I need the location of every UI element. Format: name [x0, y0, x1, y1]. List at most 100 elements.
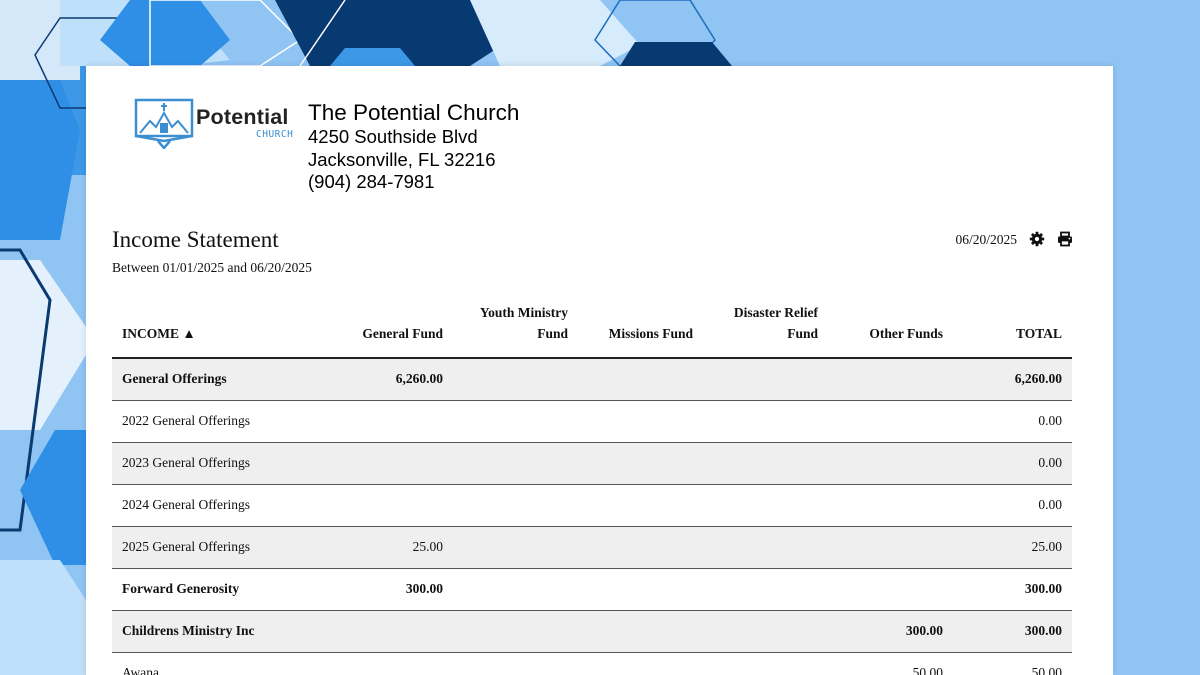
amount-cell: [828, 568, 953, 611]
account-name-cell: General Offerings: [112, 358, 317, 401]
amount-cell: 6,260.00: [953, 358, 1072, 401]
table-row[interactable]: Childrens Ministry Inc 300.00 300.00: [112, 610, 1072, 653]
amount-cell: [453, 358, 578, 401]
amount-cell: 50.00: [953, 652, 1072, 675]
amount-cell: 50.00: [828, 652, 953, 675]
table-row[interactable]: Awana 50.00 50.00: [112, 652, 1072, 675]
column-header-missions-fund[interactable]: Missions Fund: [578, 302, 703, 359]
amount-cell: [578, 568, 703, 611]
amount-cell: 300.00: [953, 610, 1072, 653]
amount-cell: [703, 652, 828, 675]
amount-cell: [703, 484, 828, 527]
amount-cell: [317, 652, 453, 675]
column-header-line2: Fund: [787, 326, 818, 341]
amount-cell: [453, 484, 578, 527]
column-header-line2: Missions Fund: [608, 326, 693, 341]
amount-cell: 0.00: [953, 400, 1072, 443]
column-header-general-fund[interactable]: General Fund: [317, 302, 453, 359]
amount-cell: [453, 568, 578, 611]
amount-cell: 300.00: [317, 568, 453, 611]
amount-cell: [703, 400, 828, 443]
church-name: The Potential Church: [308, 100, 520, 125]
account-name-cell: Awana: [112, 652, 317, 675]
column-header-disaster-relief-fund[interactable]: Disaster Relief Fund: [703, 302, 828, 359]
account-name-cell: 2024 General Offerings: [112, 484, 317, 527]
print-icon: [1058, 231, 1072, 247]
column-header-income[interactable]: INCOME ▲: [112, 302, 317, 359]
table-row[interactable]: 2025 General Offerings 25.00 25.00: [112, 526, 1072, 569]
amount-cell: [578, 358, 703, 401]
amount-cell: [703, 358, 828, 401]
column-header-line2: INCOME ▲: [122, 326, 196, 341]
column-header-line1: Disaster Relief: [733, 305, 818, 320]
print-button[interactable]: [1057, 231, 1073, 247]
amount-cell: 25.00: [317, 526, 453, 569]
logo-subtitle: CHURCH: [256, 129, 294, 140]
table-row[interactable]: 2024 General Offerings 0.00: [112, 484, 1072, 527]
amount-cell: [828, 400, 953, 443]
column-header-line2: Fund: [537, 326, 568, 341]
gear-icon: [1029, 231, 1045, 247]
account-name-cell: Childrens Ministry Inc: [112, 610, 317, 653]
amount-cell: [578, 484, 703, 527]
church-info: The Potential Church 4250 Southside Blvd…: [308, 99, 519, 194]
amount-cell: [578, 526, 703, 569]
amount-cell: [453, 400, 578, 443]
amount-cell: 6,260.00: [317, 358, 453, 401]
report-date: 06/20/2025: [955, 232, 1017, 247]
amount-cell: 300.00: [953, 568, 1072, 611]
amount-cell: 0.00: [953, 484, 1072, 527]
amount-cell: [317, 442, 453, 485]
income-table-body: General Offerings 6,260.00 6,260.00 2022 Ge…: [112, 358, 1072, 675]
amount-cell: 25.00: [953, 526, 1072, 569]
amount-cell: [578, 610, 703, 653]
account-name-cell: 2022 General Offerings: [112, 400, 317, 443]
amount-cell: [453, 652, 578, 675]
table-row[interactable]: 2023 General Offerings 0.00: [112, 442, 1072, 485]
column-header-line2: Other Funds: [869, 326, 943, 341]
amount-cell: [317, 400, 453, 443]
church-phone: (904) 284-7981: [308, 171, 435, 192]
amount-cell: 300.00: [828, 610, 953, 653]
amount-cell: [828, 442, 953, 485]
settings-button[interactable]: [1029, 231, 1045, 247]
amount-cell: [578, 652, 703, 675]
report-title: Income Statement: [112, 227, 279, 252]
church-logo: Potential CHURCH: [134, 97, 304, 153]
report-date-range: Between 01/01/2025 and 06/20/2025: [112, 260, 312, 275]
amount-cell: 0.00: [953, 442, 1072, 485]
column-header-line1: Youth Ministry: [479, 305, 568, 320]
table-row[interactable]: 2022 General Offerings 0.00: [112, 400, 1072, 443]
column-header-line2: General Fund: [362, 326, 443, 341]
church-address-line1: 4250 Southside Blvd: [308, 126, 478, 147]
church-logo-icon: [134, 98, 194, 149]
column-header-youth-ministry-fund[interactable]: Youth Ministry Fund: [453, 302, 578, 359]
amount-cell: [828, 358, 953, 401]
amount-cell: [703, 526, 828, 569]
amount-cell: [453, 526, 578, 569]
column-header-line2: TOTAL: [1015, 326, 1062, 341]
amount-cell: [703, 442, 828, 485]
amount-cell: [578, 400, 703, 443]
amount-cell: [828, 484, 953, 527]
amount-cell: [703, 568, 828, 611]
amount-cell: [828, 526, 953, 569]
church-address-line2: Jacksonville, FL 32216: [308, 148, 496, 170]
amount-cell: [317, 610, 453, 653]
amount-cell: [703, 610, 828, 653]
amount-cell: [453, 610, 578, 653]
amount-cell: [578, 442, 703, 485]
amount-cell: [453, 442, 578, 485]
report-page: Potential CHURCH The Potential Church 42…: [86, 66, 1113, 675]
income-statement-table: INCOME ▲ General Fund Youth Ministry Fund…: [112, 302, 1072, 675]
table-header-row: INCOME ▲ General Fund Youth Ministry Fund…: [112, 302, 1072, 359]
table-row[interactable]: General Offerings 6,260.00 6,260.00: [112, 358, 1072, 401]
account-name-cell: Forward Generosity: [112, 568, 317, 611]
column-header-total[interactable]: TOTAL: [953, 302, 1072, 359]
table-row[interactable]: Forward Generosity 300.00 300.00: [112, 568, 1072, 611]
logo-wordmark: Potential: [196, 105, 289, 129]
column-header-other-funds[interactable]: Other Funds: [828, 302, 953, 359]
account-name-cell: 2025 General Offerings: [112, 526, 317, 569]
account-name-cell: 2023 General Offerings: [112, 442, 317, 485]
amount-cell: [317, 484, 453, 527]
